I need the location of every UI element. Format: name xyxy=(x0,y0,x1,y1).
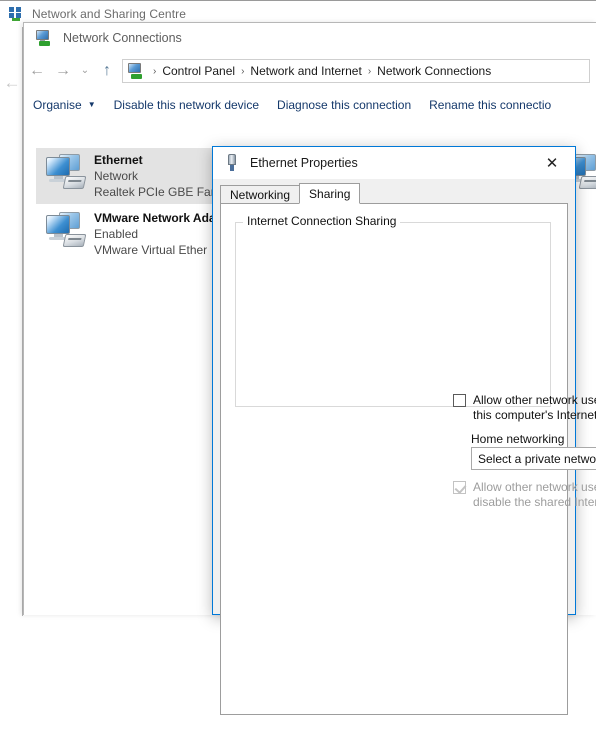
tab-networking[interactable]: Networking xyxy=(220,185,301,204)
connection-name: Ethernet xyxy=(94,153,143,167)
organise-caret-down-icon: ▼ xyxy=(87,100,96,109)
home-networking-connection-select[interactable]: Select a private network connection ⌄ xyxy=(471,447,596,470)
dialog-titlebar: Ethernet Properties xyxy=(213,147,575,179)
close-icon[interactable]: ✕ xyxy=(529,147,575,179)
organise-button[interactable]: Organise ▼ xyxy=(24,89,105,120)
up-arrow-icon[interactable]: ↑ xyxy=(94,58,120,84)
explorer-titlebar: Network Connections xyxy=(24,23,596,53)
network-adapter-icon xyxy=(42,152,88,192)
recent-locations-chevron-down-icon[interactable]: ⌄ xyxy=(76,58,94,84)
breadcrumb[interactable]: › Control Panel › Network and Internet ›… xyxy=(122,59,590,83)
allow-control-label: Allow other network users to control or … xyxy=(473,480,596,509)
nsc-back-arrow-icon[interactable]: ← xyxy=(2,73,22,93)
allow-connect-label: Allow other network users to connect thr… xyxy=(473,393,596,422)
rename-connection-button[interactable]: Rename this connectio xyxy=(420,89,560,120)
allow-connect-checkbox-row[interactable]: Allow other network users to connect thr… xyxy=(453,393,596,423)
breadcrumb-item-network-connections[interactable]: Network Connections xyxy=(376,64,492,78)
breadcrumb-separator-0: › xyxy=(153,65,157,77)
connection-name: VMware Network Ada xyxy=(94,211,216,225)
allow-connect-checkbox[interactable] xyxy=(453,394,466,407)
network-sharing-centre-icon xyxy=(8,6,24,22)
dialog-tabstrip: Networking Sharing xyxy=(220,183,568,204)
groupbox-legend: Internet Connection Sharing xyxy=(243,214,401,228)
dialog-title: Ethernet Properties xyxy=(250,156,358,170)
connection-adapter: Realtek PCIe GBE Fam xyxy=(94,185,221,199)
tab-sharing[interactable]: Sharing xyxy=(299,183,361,204)
connection-adapter: VMware Virtual Ether xyxy=(94,243,208,257)
nsc-window-title: Network and Sharing Centre xyxy=(32,7,187,21)
ethernet-properties-dialog: Ethernet Properties ✕ Networking Sharing… xyxy=(212,146,596,715)
organise-label: Organise xyxy=(33,97,82,112)
forward-arrow-icon[interactable]: → xyxy=(50,58,76,84)
nsc-left-strip: ← xyxy=(0,27,23,616)
breadcrumb-item-control-panel[interactable]: Control Panel xyxy=(161,64,236,78)
explorer-window-title: Network Connections xyxy=(63,31,182,45)
home-networking-connection-value: Select a private network connection xyxy=(478,451,596,466)
network-connections-icon xyxy=(35,29,53,47)
back-arrow-icon[interactable]: ← xyxy=(24,58,50,84)
breadcrumb-separator-2: › xyxy=(367,65,372,77)
allow-control-checkbox-row: Allow other network users to control or … xyxy=(453,480,596,510)
breadcrumb-separator-1: › xyxy=(241,65,245,77)
connection-status: Enabled xyxy=(94,227,139,241)
breadcrumb-network-icon xyxy=(127,63,144,79)
connection-status: Network xyxy=(94,169,139,183)
explorer-command-bar: Organise ▼ Disable this network device D… xyxy=(24,89,596,121)
network-adapter-icon xyxy=(224,154,240,172)
breadcrumb-item-network-and-internet[interactable]: Network and Internet xyxy=(249,64,362,78)
diagnose-connection-button[interactable]: Diagnose this connection xyxy=(268,89,420,120)
explorer-navigation-bar: ← → ⌄ ↑ › Control Panel › Network and In… xyxy=(24,53,596,89)
network-adapter-icon xyxy=(42,210,88,250)
internet-connection-sharing-groupbox xyxy=(235,222,551,407)
allow-control-checkbox xyxy=(453,481,466,494)
disable-network-device-button[interactable]: Disable this network device xyxy=(105,89,268,120)
